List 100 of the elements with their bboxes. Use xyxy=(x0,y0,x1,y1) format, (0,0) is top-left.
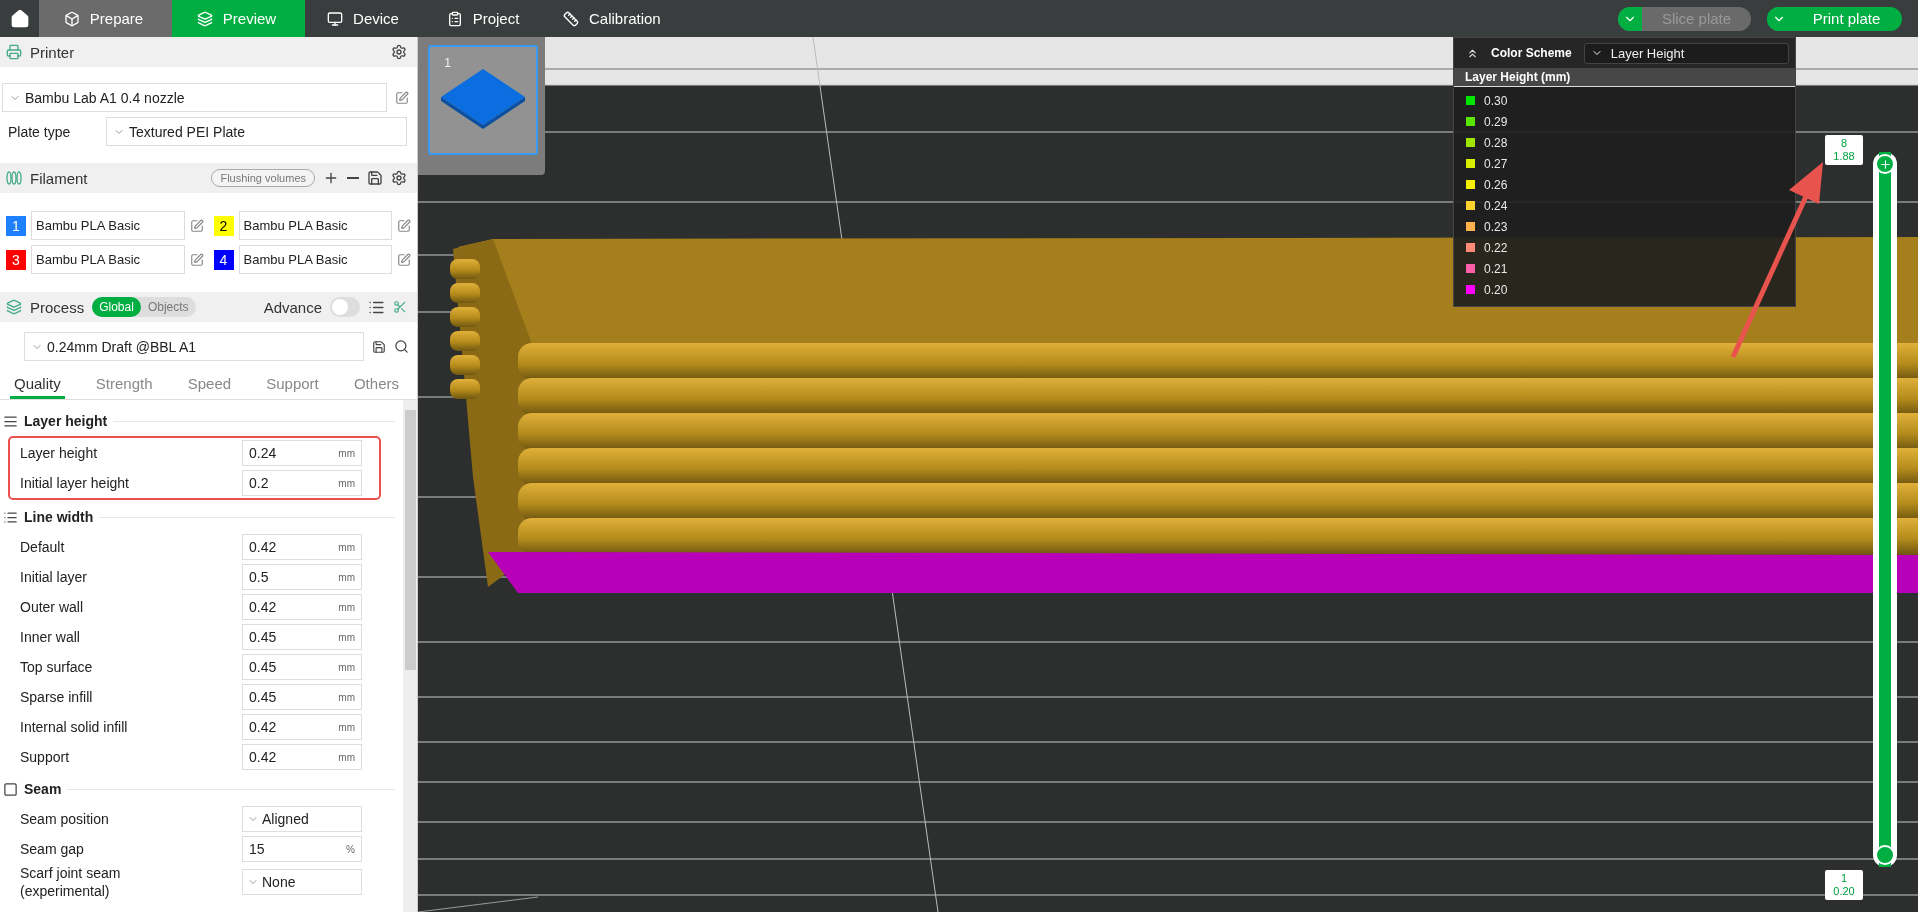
color-scheme-dropdown[interactable]: Layer Height xyxy=(1583,42,1789,64)
number-field[interactable]: 0.42 mm xyxy=(242,744,362,770)
setting-label: Initial layer xyxy=(20,568,88,586)
legend-label: 0.30 xyxy=(1484,93,1508,108)
section-title: Process xyxy=(30,298,85,316)
legend-label: 0.26 xyxy=(1484,177,1508,192)
settings-icon[interactable] xyxy=(391,170,407,186)
setting-label: Inner wall xyxy=(20,628,81,646)
legend-label: 0.28 xyxy=(1484,135,1508,150)
legend-label: 0.24 xyxy=(1484,198,1508,213)
advance-switch[interactable] xyxy=(330,297,360,317)
edit-icon[interactable] xyxy=(189,252,204,267)
group-title: Layer height xyxy=(24,413,108,429)
settings-tab[interactable]: Quality xyxy=(10,370,65,399)
search-icon[interactable] xyxy=(394,339,409,354)
settings-tab[interactable]: Others xyxy=(349,370,403,399)
setting-label: Sparse infill xyxy=(20,688,94,706)
save-icon[interactable] xyxy=(372,339,386,354)
section-title: Filament xyxy=(30,169,88,187)
nav-tab[interactable]: Calibration xyxy=(545,0,683,37)
setting-label: Seam position xyxy=(20,810,110,828)
legend-label: 0.23 xyxy=(1484,219,1508,234)
setting-label: Top surface xyxy=(20,658,94,676)
layers-icon xyxy=(6,299,22,315)
square-icon xyxy=(3,781,18,797)
legend-label: 0.27 xyxy=(1484,156,1508,171)
lines-icon xyxy=(3,509,18,525)
legend-title: Color Scheme xyxy=(1491,46,1572,60)
filament-dropdown[interactable]: Bambu PLA Basic xyxy=(31,211,185,240)
number-field[interactable]: 15 % xyxy=(242,836,362,862)
filament-number: 2 xyxy=(213,215,234,236)
edit-icon[interactable] xyxy=(397,252,411,267)
flushing-volumes-button[interactable]: Flushing volumes xyxy=(211,169,315,187)
plate-icon xyxy=(441,69,525,131)
minus-icon xyxy=(347,177,359,179)
number-field[interactable]: 0.45 mm xyxy=(242,654,362,680)
number-field[interactable]: 0.42 mm xyxy=(242,534,362,560)
scissors-icon[interactable] xyxy=(393,300,407,314)
filament-dropdown[interactable]: Bambu PLA Basic xyxy=(238,211,392,240)
legend-label: 0.21 xyxy=(1484,261,1508,276)
layer-slider[interactable] xyxy=(1873,152,1897,867)
number-field[interactable]: 0.45 mm xyxy=(242,624,362,650)
clipboard-icon xyxy=(446,10,463,27)
monitor-icon xyxy=(327,10,344,27)
filament-icon xyxy=(6,171,22,185)
add-button[interactable] xyxy=(323,170,339,186)
advance-label: Advance xyxy=(263,298,322,316)
section-title: Printer xyxy=(30,43,75,61)
bottom-slider-handle[interactable] xyxy=(1875,845,1895,865)
number-field[interactable]: 0.5 mm xyxy=(242,564,362,590)
field-label: Plate type xyxy=(7,123,72,140)
top-slider-handle[interactable] xyxy=(1875,154,1895,174)
dropdown[interactable]: None xyxy=(242,869,362,895)
home-icon xyxy=(9,8,30,29)
nav-tab[interactable]: Prepare xyxy=(39,0,172,37)
setting-label: Initial layer height xyxy=(20,474,130,492)
number-field[interactable]: 0.42 mm xyxy=(242,714,362,740)
edit-icon[interactable] xyxy=(189,218,204,233)
scrollbar[interactable] xyxy=(403,400,417,912)
printer-icon xyxy=(6,44,22,60)
slider-bottom-label: 1 0.20 xyxy=(1825,870,1863,900)
settings-tab[interactable]: Strength xyxy=(91,370,157,399)
legend-heading: Layer Height (mm) xyxy=(1454,68,1795,87)
dropdown[interactable]: Aligned xyxy=(242,806,362,832)
edit-icon[interactable] xyxy=(397,218,411,233)
settings-icon[interactable] xyxy=(391,44,407,60)
nav-tab[interactable]: Project xyxy=(425,0,545,37)
setting-label: Scarf joint seam (experimental) xyxy=(20,864,122,900)
setting-label: Layer height xyxy=(20,444,99,462)
settings-tab[interactable]: Support xyxy=(262,370,323,399)
filament-number: 3 xyxy=(6,249,26,270)
ruler-icon xyxy=(563,10,579,27)
number-field[interactable]: 0.2 mm xyxy=(242,470,362,496)
number-field[interactable]: 0.45 mm xyxy=(242,684,362,710)
legend-label: 0.22 xyxy=(1484,240,1508,255)
legend-label: 0.20 xyxy=(1484,282,1508,297)
printer-dropdown[interactable]: Bambu Lab A1 0.4 nozzle xyxy=(2,83,387,112)
group-title: Seam xyxy=(24,781,62,797)
group-title: Line width xyxy=(24,509,94,525)
process-preset-dropdown[interactable]: 0.24mm Draft @BBL A1 xyxy=(24,332,364,361)
stack-icon xyxy=(3,413,18,429)
setting-label: Internal solid infill xyxy=(20,718,129,736)
plate-type-dropdown[interactable]: Textured PEI Plate xyxy=(106,117,407,146)
number-field[interactable]: 0.42 mm xyxy=(242,594,362,620)
filament-dropdown[interactable]: Bambu PLA Basic xyxy=(238,245,392,274)
setting-label: Support xyxy=(20,748,71,766)
filament-number: 1 xyxy=(6,215,26,236)
cube-icon xyxy=(63,10,80,27)
nav-tab[interactable]: Device xyxy=(305,0,425,37)
filament-number: 4 xyxy=(213,249,234,270)
layers-icon xyxy=(196,10,213,27)
settings-tab[interactable]: Speed xyxy=(183,370,236,399)
filament-dropdown[interactable]: Bambu PLA Basic xyxy=(31,245,185,274)
edit-icon[interactable] xyxy=(395,90,409,105)
setting-label: Seam gap xyxy=(20,840,85,858)
slider-top-label: 8 1.88 xyxy=(1825,135,1863,165)
setting-label: Default xyxy=(20,538,66,556)
legend-label: 0.29 xyxy=(1484,114,1508,129)
setting-label: Outer wall xyxy=(20,598,85,616)
number-field[interactable]: 0.24 mm xyxy=(242,440,362,466)
